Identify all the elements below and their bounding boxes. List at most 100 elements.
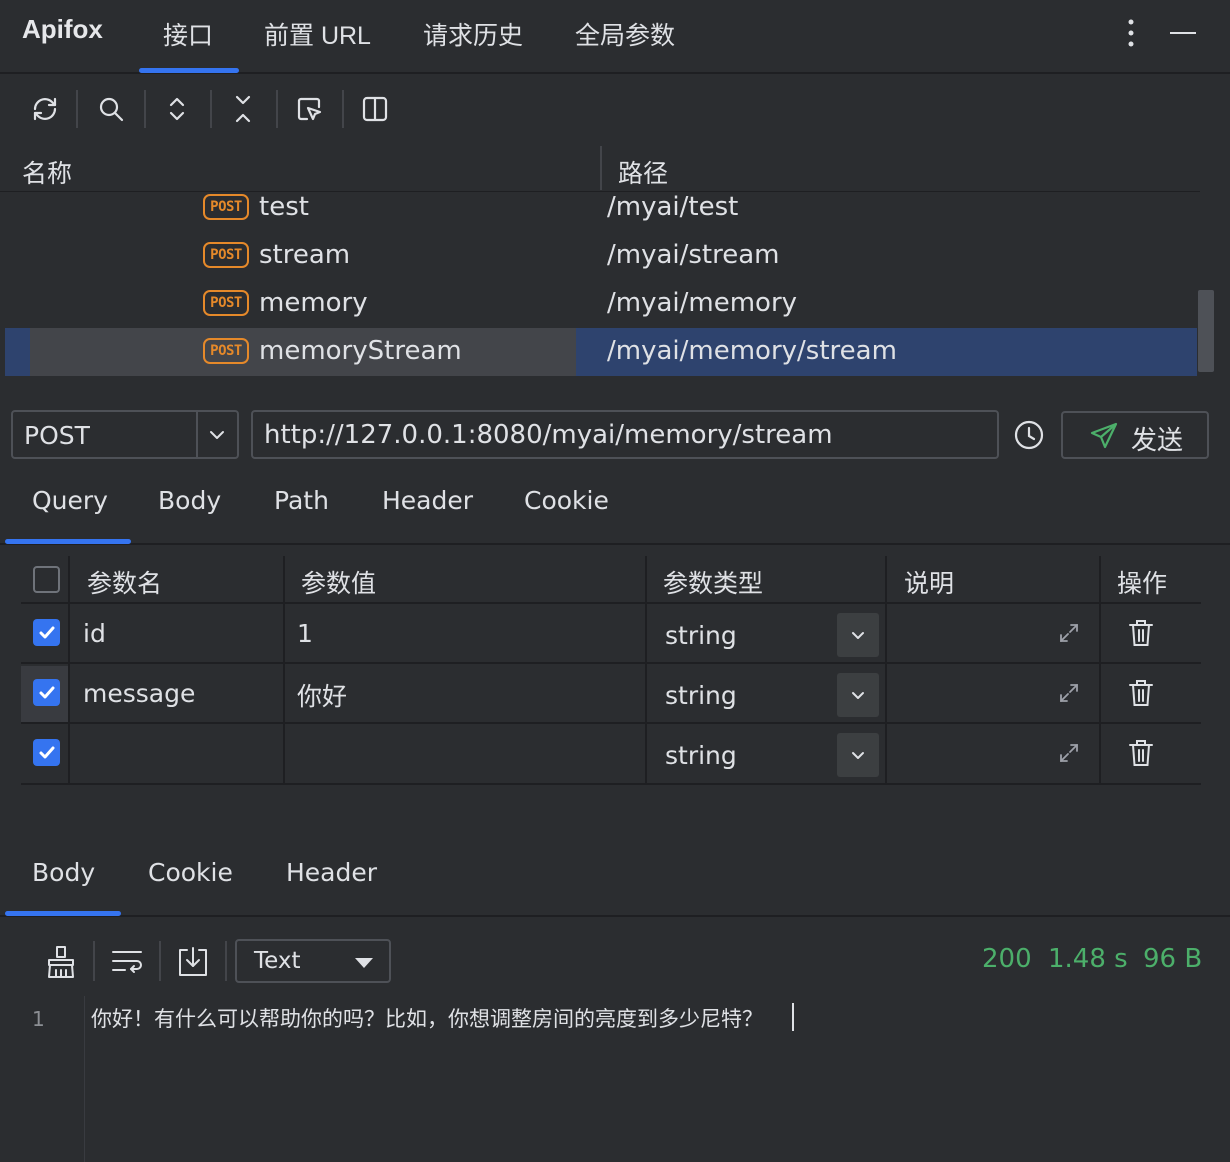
select-divider [196, 412, 198, 457]
response-tab-body[interactable]: Body [32, 858, 95, 887]
response-size: 96 B [1143, 944, 1203, 974]
trash-icon[interactable] [1127, 738, 1155, 768]
param-name-header: 参数名 [87, 569, 163, 598]
api-row-memory[interactable]: POST memory /myai/memory [5, 280, 1197, 328]
tab-body[interactable]: Body [158, 486, 221, 515]
api-path: /myai/memory/stream [607, 336, 897, 366]
check-icon [39, 626, 54, 638]
table-divider [68, 556, 70, 785]
param-value-header: 参数值 [301, 569, 377, 598]
expand-all-icon[interactable] [156, 88, 198, 130]
type-dropdown[interactable] [837, 613, 879, 657]
api-row-stream[interactable]: POST stream /myai/stream [5, 232, 1197, 280]
url-value: http://127.0.0.1:8080/myai/memory/stream [264, 420, 833, 450]
check-icon [39, 686, 54, 698]
param-value-cell[interactable]: 1 [297, 619, 313, 648]
toolbar-divider [225, 941, 227, 981]
status-code: 200 [982, 944, 1032, 974]
table-divider [21, 783, 1201, 785]
params-table: 参数名 参数值 参数类型 说明 操作 id 1 string message 你… [21, 556, 1201, 785]
toolbar-divider [210, 90, 212, 128]
collapse-all-icon[interactable] [222, 88, 264, 130]
response-time: 1.48 s [1048, 944, 1128, 974]
table-divider [21, 662, 1201, 664]
select-all-checkbox[interactable] [33, 566, 60, 593]
type-dropdown[interactable] [837, 673, 879, 717]
split-view-icon[interactable] [354, 88, 396, 130]
table-divider [21, 722, 1201, 724]
param-type-cell[interactable]: string [665, 621, 737, 650]
active-tab-indicator [5, 539, 131, 544]
locate-icon[interactable] [288, 88, 330, 130]
active-tab-indicator [5, 911, 121, 916]
wrap-lines-icon[interactable] [109, 944, 145, 980]
response-body-text[interactable]: 你好！有什么可以帮助你的吗？比如，你想调整房间的亮度到多少尼特？ [91, 1003, 763, 1033]
param-ops-header: 操作 [1117, 569, 1168, 598]
toolbar-divider [342, 90, 344, 128]
caret-down-icon [355, 958, 373, 968]
tab-query[interactable]: Query [32, 486, 108, 515]
toolbar-divider [93, 941, 95, 981]
param-type-cell[interactable]: string [665, 681, 737, 710]
table-divider [1099, 556, 1101, 785]
post-method-badge: POST [203, 242, 249, 268]
minimize-icon[interactable] [1170, 32, 1196, 34]
table-divider [283, 556, 285, 785]
method-select[interactable]: POST [11, 410, 239, 459]
tab-request-history[interactable]: 请求历史 [423, 16, 523, 52]
table-divider [885, 556, 887, 785]
toolbar-divider [276, 90, 278, 128]
download-icon[interactable] [175, 944, 211, 980]
tabs-divider [0, 915, 1230, 917]
more-vertical-icon[interactable] [1120, 18, 1142, 48]
api-path: /myai/stream [607, 240, 780, 270]
tab-interfaces[interactable]: 接口 [163, 16, 213, 52]
clock-icon[interactable] [1012, 418, 1046, 452]
tab-path[interactable]: Path [274, 486, 329, 515]
param-desc-header: 说明 [904, 569, 955, 598]
param-row-checkbox[interactable] [33, 619, 60, 646]
line-number: 1 [32, 1007, 45, 1031]
param-name-cell[interactable]: id [83, 619, 106, 648]
param-row-checkbox[interactable] [33, 739, 60, 766]
api-list-scrollbar[interactable] [1198, 290, 1214, 372]
api-path: /myai/test [607, 192, 739, 222]
expand-icon[interactable] [1057, 741, 1081, 765]
send-icon [1090, 422, 1118, 449]
tab-header[interactable]: Header [382, 486, 473, 515]
tabs-divider [0, 543, 1230, 545]
api-row-memory-stream[interactable]: POST memoryStream /myai/memory/stream [5, 328, 1197, 376]
expand-icon[interactable] [1057, 681, 1081, 705]
toolbar-divider [144, 90, 146, 128]
tab-global-params[interactable]: 全局参数 [575, 16, 675, 52]
param-value-cell[interactable]: 你好 [297, 677, 347, 713]
response-tab-header[interactable]: Header [286, 858, 377, 887]
format-value: Text [254, 948, 301, 974]
param-type-cell[interactable]: string [665, 741, 737, 770]
editor-gutter-divider [84, 996, 85, 1162]
table-divider [645, 556, 647, 785]
check-icon [39, 746, 54, 758]
active-tab-indicator [139, 68, 239, 73]
api-name: memoryStream [259, 336, 462, 366]
send-button[interactable]: 发送 [1061, 411, 1209, 459]
search-icon[interactable] [90, 88, 132, 130]
trash-icon[interactable] [1127, 618, 1155, 648]
param-row-checkbox[interactable] [33, 679, 60, 706]
api-path: /myai/memory [607, 288, 798, 318]
type-dropdown[interactable] [837, 733, 879, 777]
post-method-badge: POST [203, 290, 249, 316]
refresh-icon[interactable] [24, 88, 66, 130]
method-value: POST [24, 421, 90, 450]
expand-icon[interactable] [1057, 621, 1081, 645]
api-row-test[interactable]: POST test /myai/test [5, 184, 1197, 232]
url-input[interactable]: http://127.0.0.1:8080/myai/memory/stream [251, 410, 999, 459]
response-format-select[interactable]: Text [235, 939, 391, 983]
param-name-cell[interactable]: message [83, 679, 195, 708]
broom-icon[interactable] [43, 944, 79, 980]
trash-icon[interactable] [1127, 678, 1155, 708]
response-tab-cookie[interactable]: Cookie [148, 858, 233, 887]
tab-prefix-url[interactable]: 前置 URL [264, 16, 371, 52]
tab-cookie[interactable]: Cookie [524, 486, 609, 515]
chevron-down-icon [210, 431, 224, 439]
